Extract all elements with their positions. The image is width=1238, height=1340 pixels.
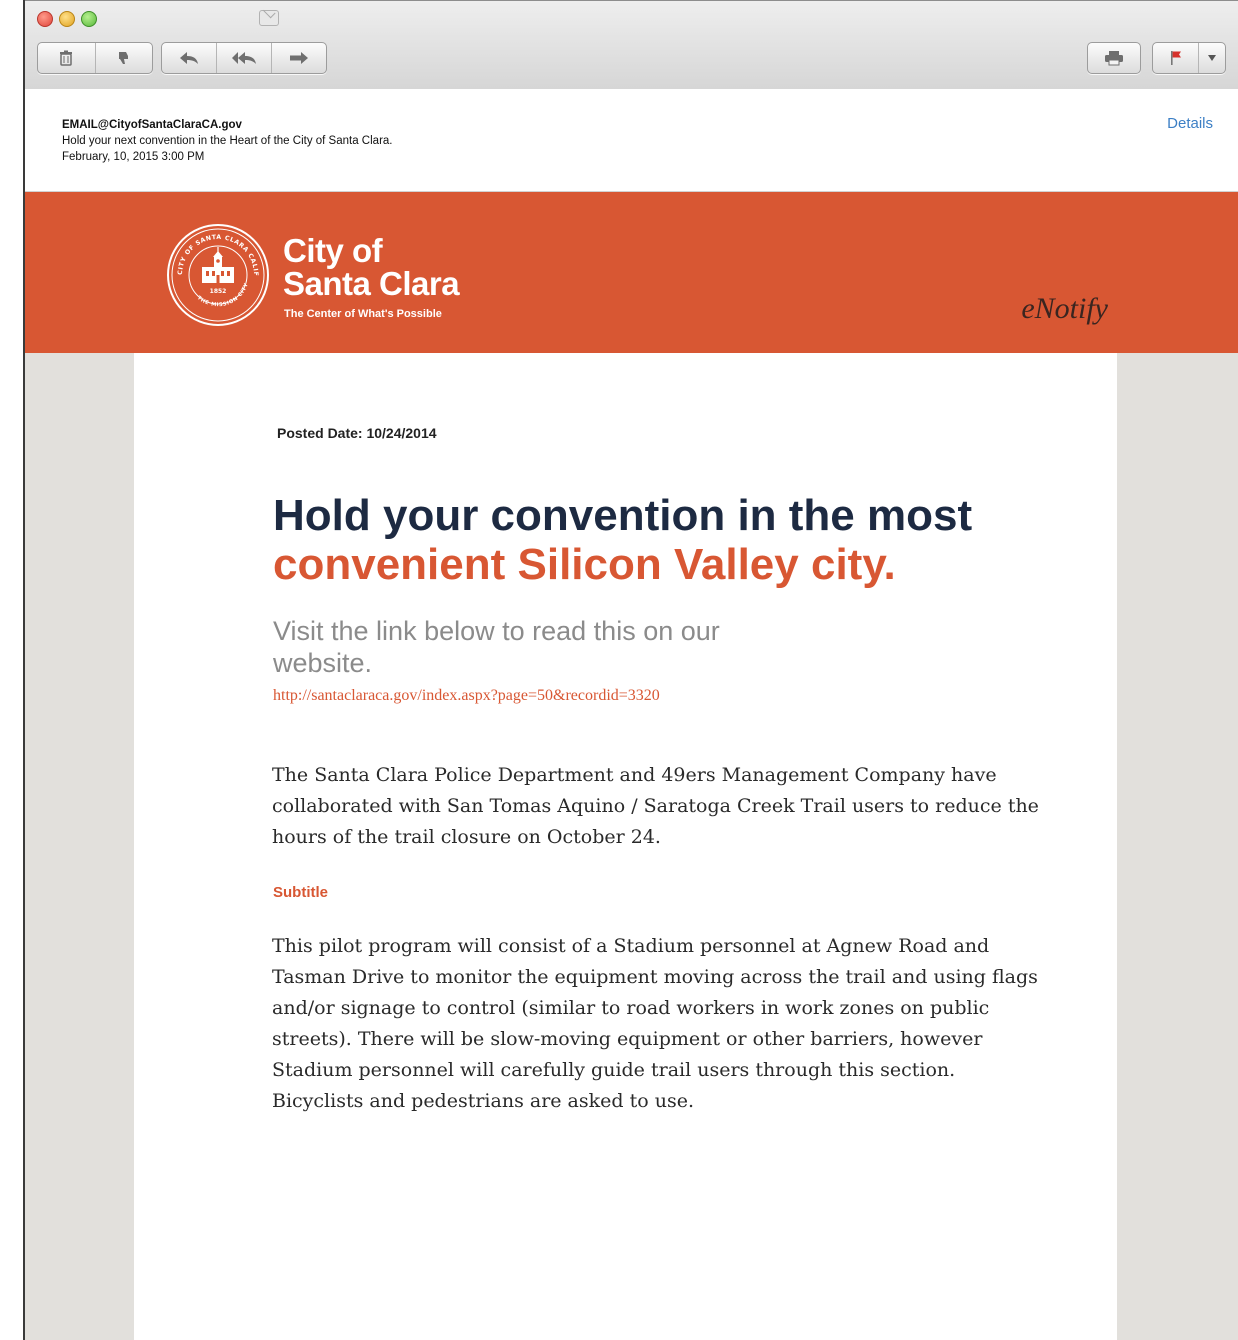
enotify-label: eNotify xyxy=(1021,292,1108,325)
print-button[interactable] xyxy=(1088,43,1140,73)
reply-all-button[interactable] xyxy=(217,43,272,73)
city-tagline: The Center of What's Possible xyxy=(284,308,442,320)
chevron-down-icon xyxy=(1208,55,1217,61)
visit-prompt: Visit the link below to read this on our… xyxy=(273,616,720,678)
svg-text:THE MISSION CITY: THE MISSION CITY xyxy=(196,282,250,308)
city-name: City of Santa Clara xyxy=(283,232,460,302)
article-link[interactable]: http://santaclaraca.gov/index.aspx?page=… xyxy=(273,687,660,705)
seal-bottom-text: THE MISSION CITY xyxy=(196,282,249,308)
city-seal-logo: CITY OF SANTA CLARA CALIFORNIA THE MISSI… xyxy=(166,223,269,326)
junk-icon xyxy=(118,52,128,64)
flag-icon xyxy=(1170,51,1181,65)
minimize-window-button[interactable] xyxy=(59,11,75,27)
left-margin xyxy=(25,353,134,1340)
sender-address[interactable]: EMAIL@CityofSantaClaraCA.gov xyxy=(62,119,242,131)
headline-line2: convenient Silicon Valley city. xyxy=(273,540,896,589)
print-icon xyxy=(1105,51,1123,66)
city-name-line1: City of xyxy=(283,232,383,269)
message-header: EMAIL@CityofSantaClaraCA.gov Hold your n… xyxy=(25,89,1238,192)
article-body: Posted Date: 10/24/2014 Hold your conven… xyxy=(134,353,1117,1340)
junk-button[interactable] xyxy=(96,43,153,73)
reply-icon xyxy=(180,52,198,64)
forward-icon xyxy=(290,52,308,64)
trash-icon xyxy=(60,50,73,66)
envelope-icon xyxy=(259,10,279,26)
forward-button[interactable] xyxy=(272,43,326,73)
article-headline: Hold your convention in the most conveni… xyxy=(273,491,1093,589)
city-banner: CITY OF SANTA CLARA CALIFORNIA THE MISSI… xyxy=(25,192,1238,353)
print-group xyxy=(1087,42,1141,74)
zoom-window-button[interactable] xyxy=(81,11,97,27)
reply-button[interactable] xyxy=(162,43,217,73)
details-link[interactable]: Details xyxy=(1167,115,1213,132)
flag-group xyxy=(1152,42,1226,74)
reply-all-icon xyxy=(232,52,256,64)
section-subtitle: Subtitle xyxy=(273,884,328,901)
right-margin xyxy=(1117,353,1238,1340)
paragraph-1: The Santa Clara Police Department and 49… xyxy=(272,764,1039,848)
flag-button[interactable] xyxy=(1153,43,1200,73)
city-name-line2: Santa Clara xyxy=(283,265,460,302)
paragraph-2: This pilot program will consist of a Sta… xyxy=(272,935,1038,1112)
headline-line1: Hold your convention in the most xyxy=(273,491,973,540)
reply-forward-group xyxy=(161,42,327,74)
flag-menu-button[interactable] xyxy=(1199,43,1225,73)
delete-junk-group xyxy=(37,42,153,74)
message-subject: Hold your next convention in the Heart o… xyxy=(62,135,393,147)
mail-toolbar xyxy=(25,0,1238,90)
delete-button[interactable] xyxy=(38,43,96,73)
close-window-button[interactable] xyxy=(37,11,53,27)
posted-date: Posted Date: 10/24/2014 xyxy=(277,425,437,441)
message-date: February, 10, 2015 3:00 PM xyxy=(62,151,205,163)
seal-year: 1852 xyxy=(210,288,227,295)
